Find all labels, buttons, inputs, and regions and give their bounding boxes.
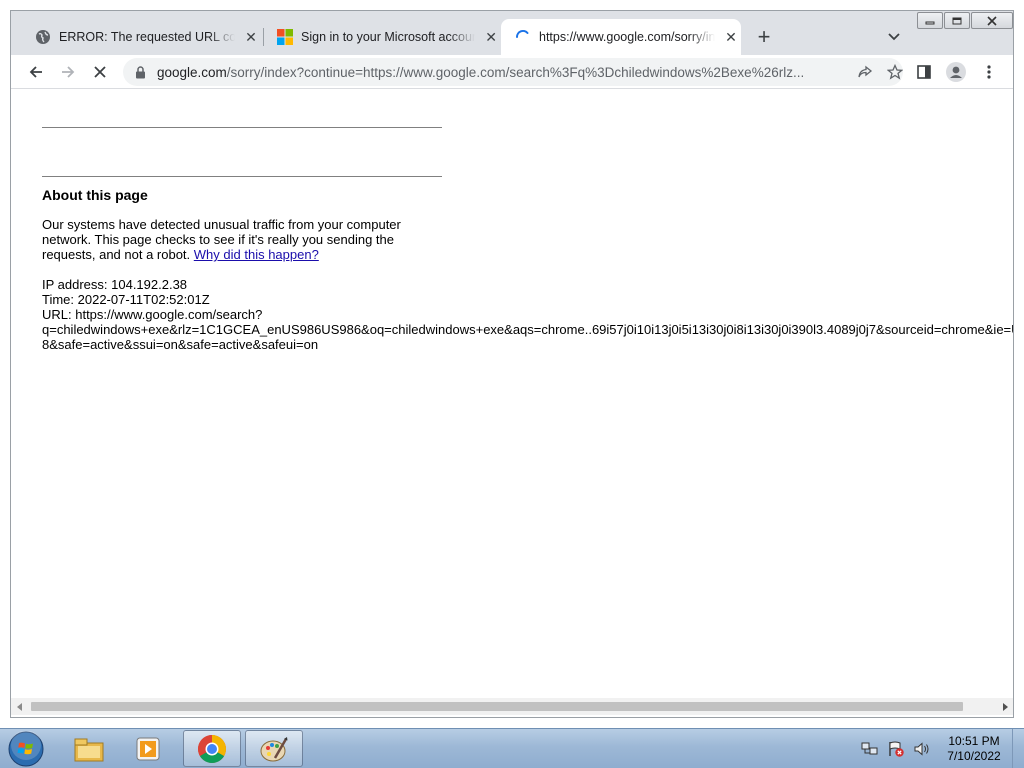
forward-button[interactable] <box>56 60 80 84</box>
close-tab-icon[interactable]: ✕ <box>721 27 741 47</box>
loading-spinner-icon <box>515 29 531 45</box>
page-content: About this page Our systems have detecte… <box>11 90 1013 698</box>
system-tray <box>860 729 938 768</box>
file-explorer-taskbar-icon[interactable] <box>60 730 118 767</box>
request-url-label: URL: https://www.google.com/search? <box>42 307 263 322</box>
globe-icon <box>35 29 51 45</box>
tab-google-sorry-active[interactable]: https://www.google.com/sorry/index?conti… <box>501 19 741 55</box>
tab-strip: ERROR: The requested URL could not be re… <box>11 11 1013 55</box>
chrome-taskbar-icon[interactable] <box>183 730 241 767</box>
stop-loading-button[interactable] <box>88 60 112 84</box>
scrollbar-thumb[interactable] <box>31 702 963 711</box>
divider <box>42 127 442 128</box>
taskbar-clock[interactable]: 10:51 PM 7/10/2022 <box>936 734 1012 764</box>
lock-icon[interactable] <box>133 65 147 79</box>
tab-title: ERROR: The requested URL could not be re… <box>59 30 235 44</box>
bookmark-star-icon[interactable] <box>886 63 904 85</box>
side-panel-icon[interactable] <box>912 60 936 84</box>
close-tab-icon[interactable]: ✕ <box>481 27 501 47</box>
media-player-taskbar-icon[interactable] <box>120 730 178 767</box>
tab-microsoft-signin[interactable]: Sign in to your Microsoft account ✕ <box>263 19 501 55</box>
url-host: google.com <box>157 64 227 80</box>
show-desktop-button[interactable] <box>1012 729 1024 768</box>
clock-time: 10:51 PM <box>948 734 1000 748</box>
share-icon[interactable] <box>857 64 873 85</box>
request-time: Time: 2022-07-11T02:52:01Z <box>42 292 210 307</box>
action-center-flag-icon[interactable] <box>886 739 906 759</box>
profile-avatar-icon[interactable] <box>944 60 968 84</box>
close-tab-icon[interactable]: ✕ <box>241 27 261 47</box>
clock-date: 7/10/2022 <box>947 749 1001 763</box>
back-button[interactable] <box>24 60 48 84</box>
request-url-query: q=chiledwindows+exe&rlz=1C1GCEA_enUS986U… <box>42 322 1013 337</box>
desktop-edge-icons <box>0 56 10 186</box>
window-controls <box>917 12 1014 29</box>
new-tab-button[interactable]: + <box>752 24 776 49</box>
microsoft-logo-icon <box>277 29 293 45</box>
network-icon[interactable] <box>860 739 880 759</box>
ip-address: IP address: 104.192.2.38 <box>42 277 188 292</box>
minimize-button[interactable] <box>917 12 943 29</box>
start-orb-icon[interactable] <box>4 730 48 768</box>
tab-search-chevron-icon[interactable] <box>884 27 904 47</box>
menu-kebab-icon[interactable] <box>977 60 1001 84</box>
paint-taskbar-icon[interactable] <box>245 730 303 767</box>
maximize-button[interactable] <box>944 12 970 29</box>
scroll-left-arrow-icon[interactable] <box>11 698 28 715</box>
divider <box>42 176 442 177</box>
horizontal-scrollbar[interactable] <box>11 698 1013 715</box>
browser-window: ERROR: The requested URL could not be re… <box>10 10 1014 718</box>
about-heading: About this page <box>42 187 148 203</box>
scroll-right-arrow-icon[interactable] <box>996 698 1013 715</box>
tab-title: Sign in to your Microsoft account <box>301 30 476 44</box>
url-text[interactable]: google.com/sorry/index?continue=https://… <box>157 65 827 80</box>
taskbar: 10:51 PM 7/10/2022 <box>0 728 1024 768</box>
request-info: IP address: 104.192.2.38 Time: 2022-07-1… <box>42 277 1013 352</box>
close-window-button[interactable] <box>971 12 1013 29</box>
request-url-query-end: 8&safe=active&ssui=on&safe=active&safeui… <box>42 337 319 352</box>
browser-toolbar: google.com/sorry/index?continue=https://… <box>11 55 1013 89</box>
url-path: /sorry/index?continue=https://www.google… <box>226 64 805 80</box>
address-bar[interactable]: google.com/sorry/index?continue=https://… <box>123 58 904 86</box>
unusual-traffic-message: Our systems have detected unusual traffi… <box>42 217 422 262</box>
tab-error[interactable]: ERROR: The requested URL could not be re… <box>21 19 263 55</box>
why-link[interactable]: Why did this happen? <box>194 247 319 262</box>
volume-icon[interactable] <box>912 739 932 759</box>
tab-title: https://www.google.com/sorry/index?conti… <box>539 30 715 44</box>
